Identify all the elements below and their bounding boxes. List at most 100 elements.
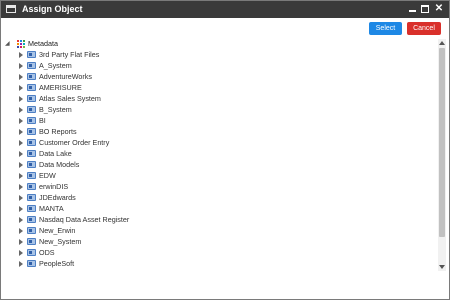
tree-item-label[interactable]: ODS [39,247,55,258]
tree-item-label[interactable]: JDEdwards [39,192,76,203]
system-folder-icon [27,227,36,234]
expand-triangle-icon[interactable] [19,129,23,135]
expand-triangle-icon[interactable] [19,206,23,212]
tree-item[interactable]: New_System [5,236,305,247]
system-folder-icon [27,249,36,256]
expand-triangle-icon[interactable] [19,118,23,124]
tree-item[interactable]: JDEdwards [5,192,305,203]
metadata-tree: ◢ Metadata 3rd Party Flat Files A_System A… [5,39,436,271]
expand-triangle-icon[interactable] [19,151,23,157]
tree-item[interactable]: A_System [5,60,305,71]
system-folder-icon [27,62,36,69]
system-folder-icon [27,161,36,168]
tree-item-label[interactable]: New_System [39,236,81,247]
tree-item-label[interactable]: Atlas Sales System [39,93,101,104]
scrollbar-thumb[interactable] [439,48,445,237]
expand-triangle-icon[interactable] [19,162,23,168]
system-folder-icon [27,139,36,146]
tree-item-label[interactable]: erwinDIS [39,181,68,192]
collapse-triangle-icon[interactable]: ◢ [5,40,10,48]
scroll-up-arrow-icon[interactable] [439,41,445,45]
expand-triangle-icon[interactable] [19,85,23,91]
system-folder-icon [27,194,36,201]
tree-item-label[interactable]: B_System [39,104,72,115]
tree-item-label[interactable]: PeopleSoft [39,258,74,269]
expand-triangle-icon[interactable] [19,184,23,190]
tree-item[interactable]: PeopleSoft [5,258,305,269]
scroll-down-arrow-icon[interactable] [439,265,445,269]
tree-item-label[interactable]: Data Models [39,159,79,170]
system-folder-icon [27,205,36,212]
expand-triangle-icon[interactable] [19,195,23,201]
expand-triangle-icon[interactable] [19,261,23,267]
tree-item-list: 3rd Party Flat Files A_System AdventureWor… [5,49,305,271]
expand-triangle-icon[interactable] [19,107,23,113]
cancel-button[interactable]: Cancel [407,22,441,35]
maximize-icon [421,5,429,13]
system-folder-icon [27,106,36,113]
tree-item-label[interactable]: Salesforce [39,269,73,271]
tree-item[interactable]: AMERISURE [5,82,305,93]
tree-item[interactable]: erwinDIS [5,181,305,192]
expand-triangle-icon[interactable] [19,217,23,223]
tree-item[interactable]: MANTA [5,203,305,214]
expand-triangle-icon[interactable] [19,52,23,58]
tree-item-label[interactable]: New_Erwin [39,225,75,236]
expand-triangle-icon[interactable] [19,228,23,234]
tree-item-label[interactable]: MANTA [39,203,64,214]
minimize-icon [408,10,416,12]
tree-item-label[interactable]: BO Reports [39,126,77,137]
tree-item-label[interactable]: Customer Order Entry [39,137,109,148]
tree-item-label[interactable]: EDW [39,170,56,181]
tree-item[interactable]: Salesforce [5,269,305,271]
system-folder-icon [27,73,36,80]
select-button[interactable]: Select [369,22,402,35]
expand-triangle-icon[interactable] [19,74,23,80]
system-folder-icon [27,260,36,267]
tree-item-label[interactable]: Data Lake [39,148,72,159]
assign-object-dialog: Assign Object ✕ Select Cancel ◢ Metadata… [0,0,450,300]
tree-item[interactable]: 3rd Party Flat Files [5,49,305,60]
tree-item[interactable]: AdventureWorks [5,71,305,82]
system-folder-icon [27,84,36,91]
system-folder-icon [27,51,36,58]
system-folder-icon [27,128,36,135]
tree-item-label[interactable]: Nasdaq Data Asset Register [39,214,129,225]
expand-triangle-icon[interactable] [19,63,23,69]
tree-item[interactable]: Nasdaq Data Asset Register [5,214,305,225]
system-folder-icon [27,150,36,157]
expand-triangle-icon[interactable] [19,250,23,256]
metadata-grid-icon [17,40,25,48]
tree-item[interactable]: EDW [5,170,305,181]
maximize-button[interactable] [419,2,431,16]
vertical-scrollbar[interactable] [438,39,446,271]
expand-triangle-icon[interactable] [19,173,23,179]
tree-item[interactable]: Atlas Sales System [5,93,305,104]
tree-item-label[interactable]: AMERISURE [39,82,82,93]
expand-triangle-icon[interactable] [19,239,23,245]
system-folder-icon [27,216,36,223]
tree-item-label[interactable]: 3rd Party Flat Files [39,49,99,60]
system-folder-icon [27,95,36,102]
tree-item-label[interactable]: BI [39,115,46,126]
tree-item[interactable]: BI [5,115,305,126]
title-bar: Assign Object ✕ [1,1,449,18]
minimize-button[interactable] [406,2,418,16]
tree-item[interactable]: BO Reports [5,126,305,137]
tree-item[interactable]: Data Models [5,159,305,170]
expand-triangle-icon[interactable] [19,140,23,146]
tree-item[interactable]: Customer Order Entry [5,137,305,148]
tree-root-label: Metadata [28,39,58,48]
system-folder-icon [27,183,36,190]
tree-item[interactable]: ODS [5,247,305,258]
tree-item[interactable]: Data Lake [5,148,305,159]
tree-item-label[interactable]: AdventureWorks [39,71,92,82]
window-icon [6,5,16,13]
expand-triangle-icon[interactable] [19,96,23,102]
system-folder-icon [27,117,36,124]
tree-item-label[interactable]: A_System [39,60,72,71]
tree-item[interactable]: New_Erwin [5,225,305,236]
close-button[interactable]: ✕ [433,2,445,16]
tree-item[interactable]: B_System [5,104,305,115]
system-folder-icon [27,172,36,179]
